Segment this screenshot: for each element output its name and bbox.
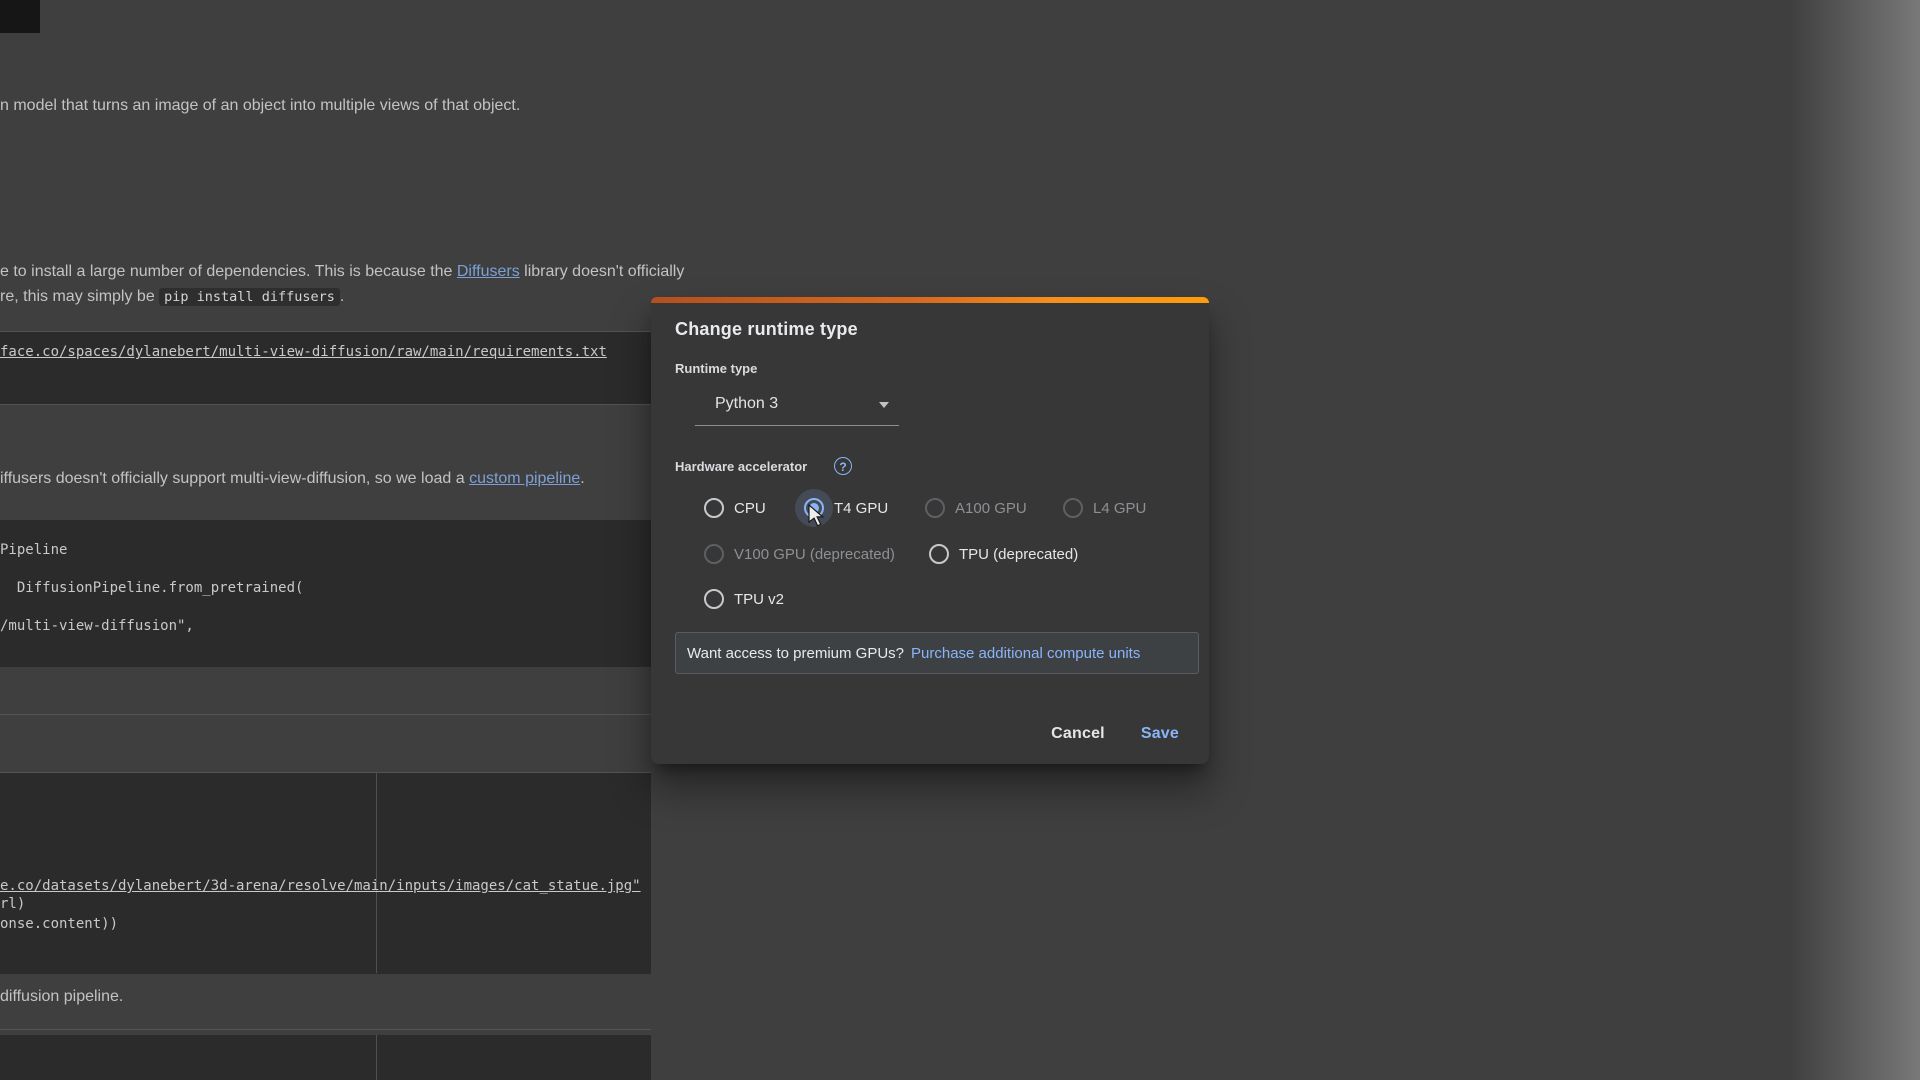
runtime-type-label: Runtime type	[675, 361, 757, 376]
radio-label: V100 GPU (deprecated)	[734, 546, 895, 563]
prose-text: .	[340, 288, 344, 305]
cancel-button[interactable]: Cancel	[1035, 717, 1121, 751]
runtime-type-select[interactable]: Python 3	[695, 383, 899, 426]
radio-option-l4-gpu[interactable]: L4 GPU	[1063, 497, 1146, 519]
radio-label: T4 GPU	[834, 500, 888, 517]
help-icon[interactable]: ?	[834, 457, 852, 475]
code-line: DiffusionPipeline.from_pretrained(	[0, 580, 303, 596]
cell-gutter-line	[376, 772, 377, 973]
custom-pipeline-link[interactable]: custom pipeline	[469, 470, 580, 487]
notebook-prose-diffusion: diffusion pipeline.	[0, 988, 123, 1006]
notebook-prose-install-line1: e to install a large number of dependenc…	[0, 263, 684, 281]
radio-option-a100-gpu[interactable]: A100 GPU	[925, 497, 1027, 519]
radio-icon	[1063, 498, 1083, 518]
radio-label: TPU (deprecated)	[959, 546, 1078, 563]
dialog-title: Change runtime type	[675, 319, 858, 340]
code-line: /multi-view-diffusion",	[0, 618, 194, 634]
save-button[interactable]: Save	[1125, 717, 1195, 751]
notebook-prose-model: n model that turns an image of an object…	[0, 97, 520, 115]
code-line: onse.content))	[0, 916, 118, 932]
requirements-link[interactable]: face.co/spaces/dylanebert/multi-view-dif…	[0, 344, 607, 360]
right-edge-fade	[1790, 0, 1920, 1080]
code-cell-requirements	[0, 331, 651, 405]
premium-banner-text: Want access to premium GPUs?	[687, 645, 904, 662]
code-line: Pipeline	[0, 542, 67, 558]
code-url: e.co/datasets/dylanebert/3d-arena/resolv…	[0, 878, 641, 894]
cell-gutter-line	[376, 1035, 377, 1080]
notebook-prose-pipeline: iffusers doesn't officially support mult…	[0, 470, 585, 488]
purchase-compute-units-link[interactable]: Purchase additional compute units	[911, 645, 1140, 662]
premium-gpu-banner: Want access to premium GPUs? Purchase ad…	[675, 632, 1199, 674]
cell-divider	[0, 1029, 651, 1030]
radio-label: L4 GPU	[1093, 500, 1146, 517]
chevron-down-icon	[879, 402, 889, 408]
radio-option-tpu-v2[interactable]: TPU v2	[704, 588, 784, 610]
code-cell-download	[0, 772, 651, 974]
radio-icon	[704, 544, 724, 564]
prose-text: re, this may simply be	[0, 288, 159, 305]
radio-option-t4-gpu[interactable]: T4 GPU	[804, 497, 888, 519]
dialog-actions: Cancel Save	[1035, 717, 1195, 751]
radio-icon	[925, 498, 945, 518]
cell-divider	[0, 714, 651, 715]
radio-option-cpu[interactable]: CPU	[704, 497, 766, 519]
prose-text: .	[580, 470, 584, 487]
radio-icon	[804, 498, 824, 518]
change-runtime-dialog: Change runtime type Runtime type Python …	[651, 297, 1209, 764]
diffusers-link[interactable]: Diffusers	[457, 263, 520, 280]
prose-text: iffusers doesn't officially support mult…	[0, 470, 469, 487]
hardware-accelerator-label: Hardware accelerator	[675, 459, 807, 474]
radio-option-tpu-deprecated[interactable]: TPU (deprecated)	[929, 543, 1078, 565]
prose-text: e to install a large number of dependenc…	[0, 263, 457, 280]
radio-option-v100-gpu[interactable]: V100 GPU (deprecated)	[704, 543, 895, 565]
code-cell-bottom	[0, 1035, 651, 1080]
runtime-type-value: Python 3	[715, 383, 778, 425]
notebook-prose-install-line2: re, this may simply be pip install diffu…	[0, 288, 344, 306]
notebook-corner-block	[0, 0, 40, 33]
inline-code-chip: pip install diffusers	[159, 288, 340, 306]
radio-label: CPU	[734, 500, 766, 517]
prose-text: library doesn't officially	[520, 263, 685, 280]
radio-icon	[929, 544, 949, 564]
radio-icon	[704, 498, 724, 518]
code-line: rl)	[0, 896, 25, 912]
radio-label: TPU v2	[734, 591, 784, 608]
radio-icon	[704, 589, 724, 609]
radio-label: A100 GPU	[955, 500, 1027, 517]
